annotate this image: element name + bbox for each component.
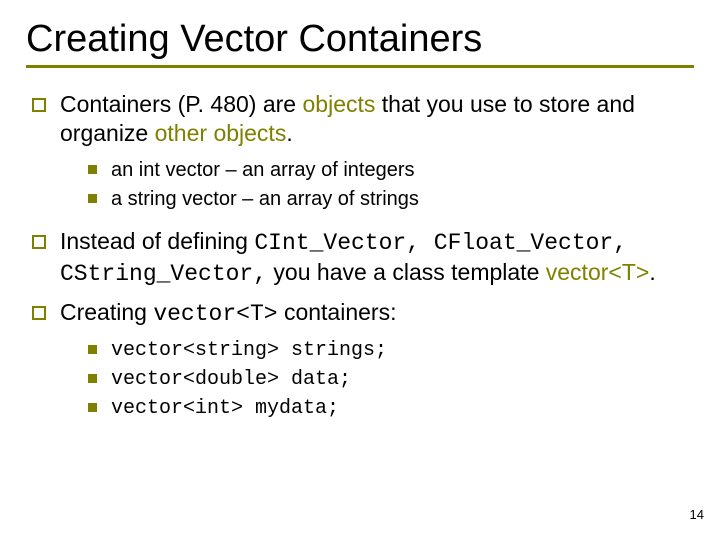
filled-square-icon — [88, 345, 97, 354]
code-text: vector<string> strings; — [111, 337, 387, 364]
code-text: vector<double> data; — [111, 366, 351, 393]
sub-bullet-text: a string vector – an array of strings — [111, 186, 419, 213]
bullet-text: Containers (P. 480) are objects that you… — [60, 90, 694, 149]
bullet-item: Creating vector<T> containers: — [32, 298, 694, 329]
slide-body: Containers (P. 480) are objects that you… — [26, 90, 694, 422]
sub-bullet-text: an int vector – an array of integers — [111, 157, 415, 184]
bullet-item: Instead of defining CInt_Vector, CFloat_… — [32, 227, 694, 290]
sub-bullet-item: vector<double> data; — [88, 366, 694, 393]
outline-square-icon — [32, 235, 46, 249]
bullet-text: Instead of defining CInt_Vector, CFloat_… — [60, 227, 694, 290]
text-fragment: . — [649, 259, 655, 285]
filled-square-icon — [88, 403, 97, 412]
filled-square-icon — [88, 194, 97, 203]
slide: Creating Vector Containers Containers (P… — [0, 0, 720, 422]
slide-title: Creating Vector Containers — [26, 18, 694, 61]
text-fragment: . — [286, 120, 292, 146]
code-text: vector<T> — [153, 301, 277, 327]
highlight-text: other objects — [155, 120, 287, 146]
text-fragment: Containers (P. 480) are — [60, 91, 303, 117]
page-number: 14 — [690, 507, 704, 522]
highlight-text: vector<T> — [546, 259, 650, 285]
outline-square-icon — [32, 306, 46, 320]
outline-square-icon — [32, 98, 46, 112]
text-fragment: containers: — [278, 299, 397, 325]
sub-bullets: an int vector – an array of integers a s… — [88, 157, 694, 213]
bullet-text: Creating vector<T> containers: — [60, 298, 396, 329]
filled-square-icon — [88, 374, 97, 383]
bullet-item: Containers (P. 480) are objects that you… — [32, 90, 694, 149]
highlight-text: objects — [303, 91, 376, 117]
title-underline — [26, 65, 694, 68]
text-fragment: Instead of defining — [60, 228, 254, 254]
text-fragment: you have a class template — [267, 259, 546, 285]
code-text: vector<int> mydata; — [111, 395, 339, 422]
sub-bullets: vector<string> strings; vector<double> d… — [88, 337, 694, 422]
sub-bullet-item: a string vector – an array of strings — [88, 186, 694, 213]
text-fragment: Creating — [60, 299, 153, 325]
sub-bullet-item: vector<int> mydata; — [88, 395, 694, 422]
sub-bullet-item: an int vector – an array of integers — [88, 157, 694, 184]
filled-square-icon — [88, 165, 97, 174]
sub-bullet-item: vector<string> strings; — [88, 337, 694, 364]
